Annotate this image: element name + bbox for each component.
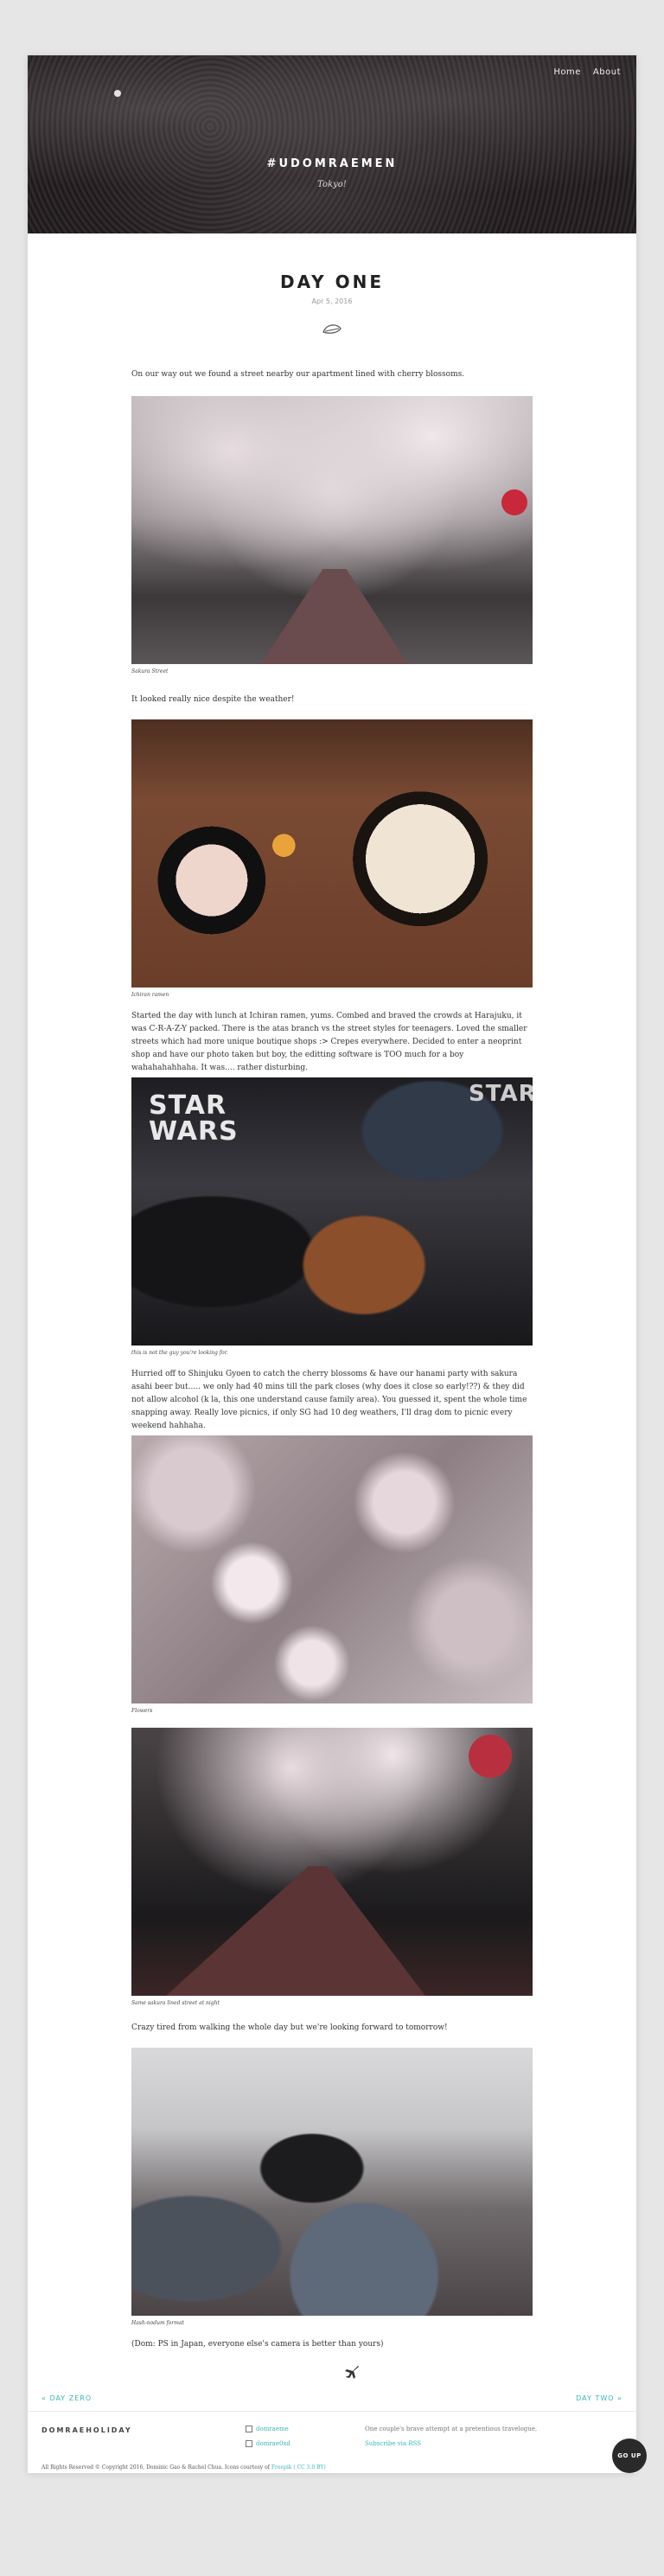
caption-6: Hash-nodum format xyxy=(131,2320,184,2326)
nav-home-link[interactable]: Home xyxy=(553,67,581,77)
next-post-link[interactable]: DAY TWO » xyxy=(576,2394,622,2402)
post-title: DAY ONE xyxy=(279,272,384,292)
instagram-icon xyxy=(246,2440,252,2447)
social-link-instagram[interactable]: domrae0xd xyxy=(246,2440,290,2447)
caption-5: Same sakura lined street at night xyxy=(131,2000,220,2006)
photo-flowers xyxy=(131,1435,533,1703)
page-card: Home About #UDOMRAEMEN Tokyo! DAY ONE Ap… xyxy=(28,55,647,2473)
post-date: Apr 5, 2016 xyxy=(311,297,353,305)
post-navigation: « DAY ZERO DAY TWO » xyxy=(28,2394,636,2420)
photo-ichiran-ramen xyxy=(131,719,533,988)
paragraph-6: (Dom: PS in Japan, everyone else's camer… xyxy=(131,2340,384,2349)
plane-icon xyxy=(345,2366,359,2379)
social-label-1: domraeme xyxy=(256,2426,289,2432)
paragraph-5: Crazy tired from walking the whole day b… xyxy=(131,2023,448,2032)
footer-about: One couple's brave attempt at a pretenti… xyxy=(365,2426,538,2432)
caption-1: Sakura Street xyxy=(131,668,169,674)
social-label-2: domrae0xd xyxy=(256,2440,290,2447)
leaf-icon xyxy=(322,324,342,334)
license-link[interactable]: ( CC 3.0 BY) xyxy=(293,2464,325,2471)
paragraph-2: It looked really nice despite the weathe… xyxy=(131,695,295,704)
paragraph-3: Started the day with lunch at Ichiran ra… xyxy=(131,1012,527,1072)
go-up-button[interactable]: GO UP xyxy=(612,2439,647,2473)
header-hero: Home About #UDOMRAEMEN Tokyo! xyxy=(28,55,636,233)
blog-subtitle: Tokyo! xyxy=(317,180,347,189)
photo-cameras xyxy=(131,2048,533,2316)
paragraph-1: On our way out we found a street nearby … xyxy=(131,370,465,379)
caption-3: this is not the guy you're looking for. xyxy=(131,1350,228,1356)
paragraph-4: Hurried off to Shinjuku Gyoen to catch t… xyxy=(131,1370,527,1430)
footer-site-name: DOMRAEHOLIDAY xyxy=(42,2426,132,2434)
twitter-icon xyxy=(246,2426,252,2432)
photo-sakura-street-night xyxy=(131,1728,533,1996)
prev-post-link[interactable]: « DAY ZERO xyxy=(42,2394,92,2402)
copyright-text: All Rights Reserved © Copyright 2016, Do… xyxy=(42,2464,270,2471)
logo-mark[interactable] xyxy=(114,90,121,97)
photo-sakura-street xyxy=(131,396,533,664)
nav-about-link[interactable]: About xyxy=(593,67,621,77)
freepik-link[interactable]: Freepik xyxy=(271,2464,292,2471)
subscribe-row: Subscribe via RSS xyxy=(365,2440,421,2447)
caption-4: Flowers xyxy=(131,1708,153,1714)
blog-title[interactable]: #UDOMRAEMEN xyxy=(28,157,636,170)
social-link-twitter[interactable]: domraeme xyxy=(246,2426,289,2432)
footer-divider xyxy=(28,2411,636,2412)
copyright: All Rights Reserved © Copyright 2016, Do… xyxy=(42,2464,326,2471)
subscribe-link[interactable]: Subscribe via RSS xyxy=(365,2440,421,2447)
caption-2: Ichiran ramen xyxy=(131,992,169,998)
top-nav: Home About xyxy=(553,67,621,77)
photo-star-wars-shop: STAR WARS STAR xyxy=(131,1077,533,1346)
